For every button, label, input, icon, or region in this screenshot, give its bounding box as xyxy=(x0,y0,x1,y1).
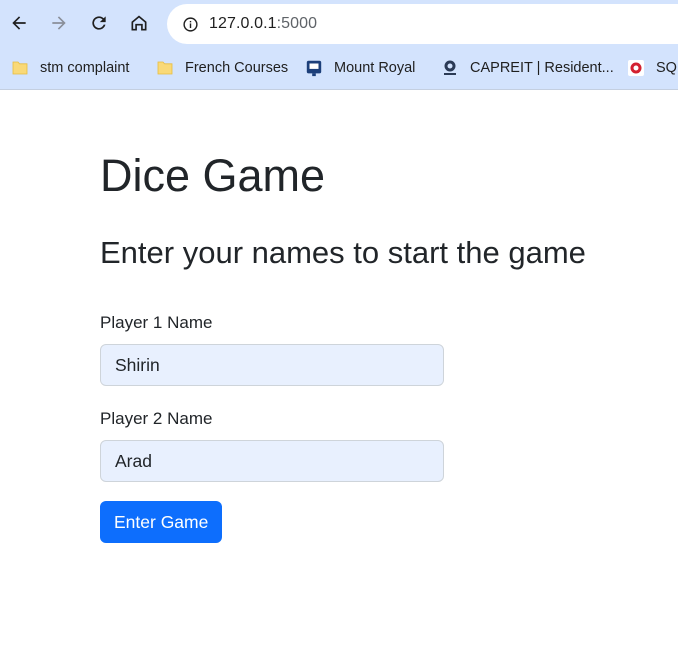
arrow-right-icon xyxy=(52,16,66,30)
page-subtitle: Enter your names to start the game xyxy=(100,235,586,270)
address-bar[interactable]: 127.0.0.1:5000 xyxy=(167,4,678,44)
url-text: 127.0.0.1:5000 xyxy=(209,15,317,33)
reload-button[interactable] xyxy=(83,7,115,39)
mount-royal-logo-icon xyxy=(305,59,323,77)
bookmark-label: SQ xyxy=(656,60,677,76)
back-button[interactable] xyxy=(3,7,35,39)
bookmark-mount-royal[interactable]: Mount Royal xyxy=(305,46,415,90)
bookmark-capreit[interactable]: CAPREIT | Resident... xyxy=(441,46,614,90)
bookmark-label: French Courses xyxy=(185,60,289,76)
player1-label: Player 1 Name xyxy=(100,313,213,332)
page-title: Dice Game xyxy=(100,150,326,201)
player1-name-input[interactable]: Shirin xyxy=(100,344,444,386)
reload-icon xyxy=(92,16,106,30)
bookmark-label: CAPREIT | Resident... xyxy=(470,60,614,76)
player2-label: Player 2 Name xyxy=(100,409,213,428)
bookmark-stm-complaint[interactable]: stm complaint xyxy=(11,46,129,90)
bookmark-sq[interactable]: SQ xyxy=(627,46,677,90)
browser-toolbar: 127.0.0.1:5000 xyxy=(0,0,678,46)
url-host: 127.0.0.1 xyxy=(209,15,277,32)
folder-icon xyxy=(11,59,29,77)
folder-icon xyxy=(156,59,174,77)
home-icon xyxy=(131,15,147,31)
enter-game-button[interactable]: Enter Game xyxy=(100,501,223,543)
url-port: :5000 xyxy=(276,15,318,32)
capreit-logo-icon xyxy=(441,59,459,77)
bookmark-label: stm complaint xyxy=(40,60,130,76)
player2-name-input[interactable]: Arad xyxy=(100,440,444,482)
bookmarks-bar: stm complaint French Courses Mount Royal… xyxy=(0,46,678,90)
forward-button[interactable] xyxy=(43,7,75,39)
sq-logo-icon xyxy=(627,59,645,77)
home-button[interactable] xyxy=(123,7,155,39)
bookmark-french-courses[interactable]: French Courses xyxy=(156,46,288,90)
site-info-icon[interactable] xyxy=(181,15,199,33)
bookmark-label: Mount Royal xyxy=(334,60,416,76)
arrow-left-icon xyxy=(12,16,26,30)
